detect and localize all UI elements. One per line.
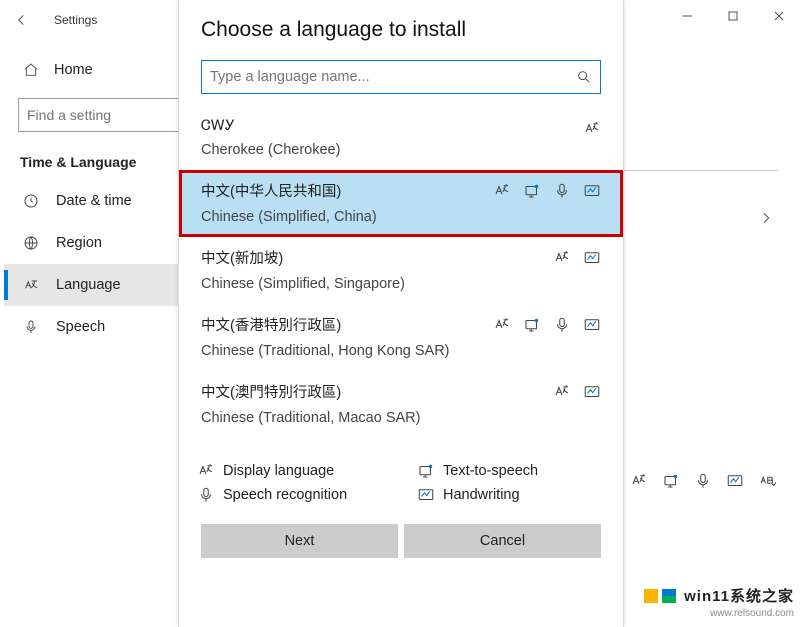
home-icon [20, 62, 42, 78]
display-language-icon [630, 472, 648, 490]
language-features [553, 383, 601, 401]
language-item[interactable]: 中文(中华人民共和国)Chinese (Simplified, China) [179, 170, 623, 237]
feature-legend: Display language Text-to-speech Speech r… [179, 448, 623, 504]
home-label: Home [54, 62, 93, 78]
modal-buttons: Next Cancel [179, 504, 623, 558]
language-install-modal: Choose a language to install ᏣᎳᎩ Cherokee… [178, 0, 624, 627]
hand-icon [583, 182, 601, 200]
back-button[interactable] [0, 0, 44, 40]
hand-icon [583, 383, 601, 401]
display-icon [493, 182, 511, 200]
tts-icon [413, 462, 439, 480]
feature-icons-row [630, 472, 776, 490]
window-controls [664, 0, 802, 32]
next-button[interactable]: Next [201, 524, 398, 558]
spellcheck-icon [758, 472, 776, 490]
language-english: Chinese (Simplified, China) [201, 209, 601, 225]
watermark-text: win11系统之家 [684, 585, 794, 606]
search-icon [576, 69, 592, 85]
legend-label: Speech recognition [223, 487, 347, 503]
language-features [493, 316, 601, 334]
language-list[interactable]: ᏣᎳᎩ Cherokee (Cherokee) 中文(中华人民共和国)Chinese… [179, 108, 623, 448]
globe-icon [20, 235, 42, 251]
cancel-button[interactable]: Cancel [404, 524, 601, 558]
language-english: Chinese (Simplified, Singapore) [201, 276, 601, 292]
speech-icon [553, 182, 571, 200]
language-english: Chinese (Traditional, Hong Kong SAR) [201, 343, 601, 359]
legend-label: Display language [223, 463, 334, 479]
legend-display: Display language [193, 462, 383, 480]
back-icon [14, 12, 30, 28]
language-icon [20, 277, 42, 293]
language-features [493, 182, 601, 200]
handwriting-icon [726, 472, 744, 490]
legend-label: Handwriting [443, 487, 520, 503]
language-item[interactable]: 中文(澳門特別行政區) Chinese (Traditional, Macao S… [179, 371, 623, 438]
nav-label: Speech [56, 319, 105, 335]
nav-label: Date & time [56, 193, 132, 209]
chevron-right-icon [758, 210, 774, 231]
legend-hand: Handwriting [413, 486, 603, 504]
modal-title: Choose a language to install [179, 0, 623, 50]
maximize-icon [725, 8, 741, 24]
language-features [583, 120, 601, 138]
nav-label: Language [56, 277, 121, 293]
legend-label: Text-to-speech [443, 463, 538, 479]
clock-icon [20, 193, 42, 209]
nav-label: Region [56, 235, 102, 251]
speech-icon [553, 316, 571, 334]
display-language-icon [193, 462, 219, 480]
minimize-icon [679, 8, 695, 24]
display-icon [493, 316, 511, 334]
display-icon [583, 120, 601, 138]
watermark-logo: win11系统之家 [642, 585, 794, 606]
close-icon [771, 8, 787, 24]
mic-icon [694, 472, 712, 490]
language-search-input[interactable] [210, 69, 576, 85]
watermark: win11系统之家 www.relsound.com [642, 585, 794, 619]
display-icon [553, 249, 571, 267]
language-features [553, 249, 601, 267]
legend-tts: Text-to-speech [413, 462, 603, 480]
language-english: Chinese (Traditional, Macao SAR) [201, 410, 601, 426]
display-icon [553, 383, 571, 401]
watermark-url: www.relsound.com [710, 608, 794, 619]
legend-speech: Speech recognition [193, 486, 383, 504]
tts-icon [523, 182, 541, 200]
minimize-button[interactable] [664, 0, 710, 32]
app-title: Settings [54, 13, 97, 27]
mic-icon [193, 486, 219, 504]
language-native: ᏣᎳᎩ [201, 118, 601, 134]
language-item[interactable]: 中文(新加坡) Chinese (Simplified, Singapore) [179, 237, 623, 304]
language-search[interactable] [201, 60, 601, 94]
language-english: Cherokee (Cherokee) [201, 142, 601, 158]
language-item[interactable]: ᏣᎳᎩ Cherokee (Cherokee) [179, 108, 623, 170]
language-item[interactable]: 中文(香港特別行政區)Chinese (Traditional, Hong Ko… [179, 304, 623, 371]
tts-icon [662, 472, 680, 490]
mic-icon [20, 319, 42, 335]
hand-icon [583, 249, 601, 267]
hand-icon [583, 316, 601, 334]
maximize-button[interactable] [710, 0, 756, 32]
tts-icon [523, 316, 541, 334]
handwriting-icon [413, 486, 439, 504]
close-button[interactable] [756, 0, 802, 32]
language-native: 中文(新加坡) [201, 247, 601, 268]
language-native: 中文(澳門特別行政區) [201, 381, 601, 402]
